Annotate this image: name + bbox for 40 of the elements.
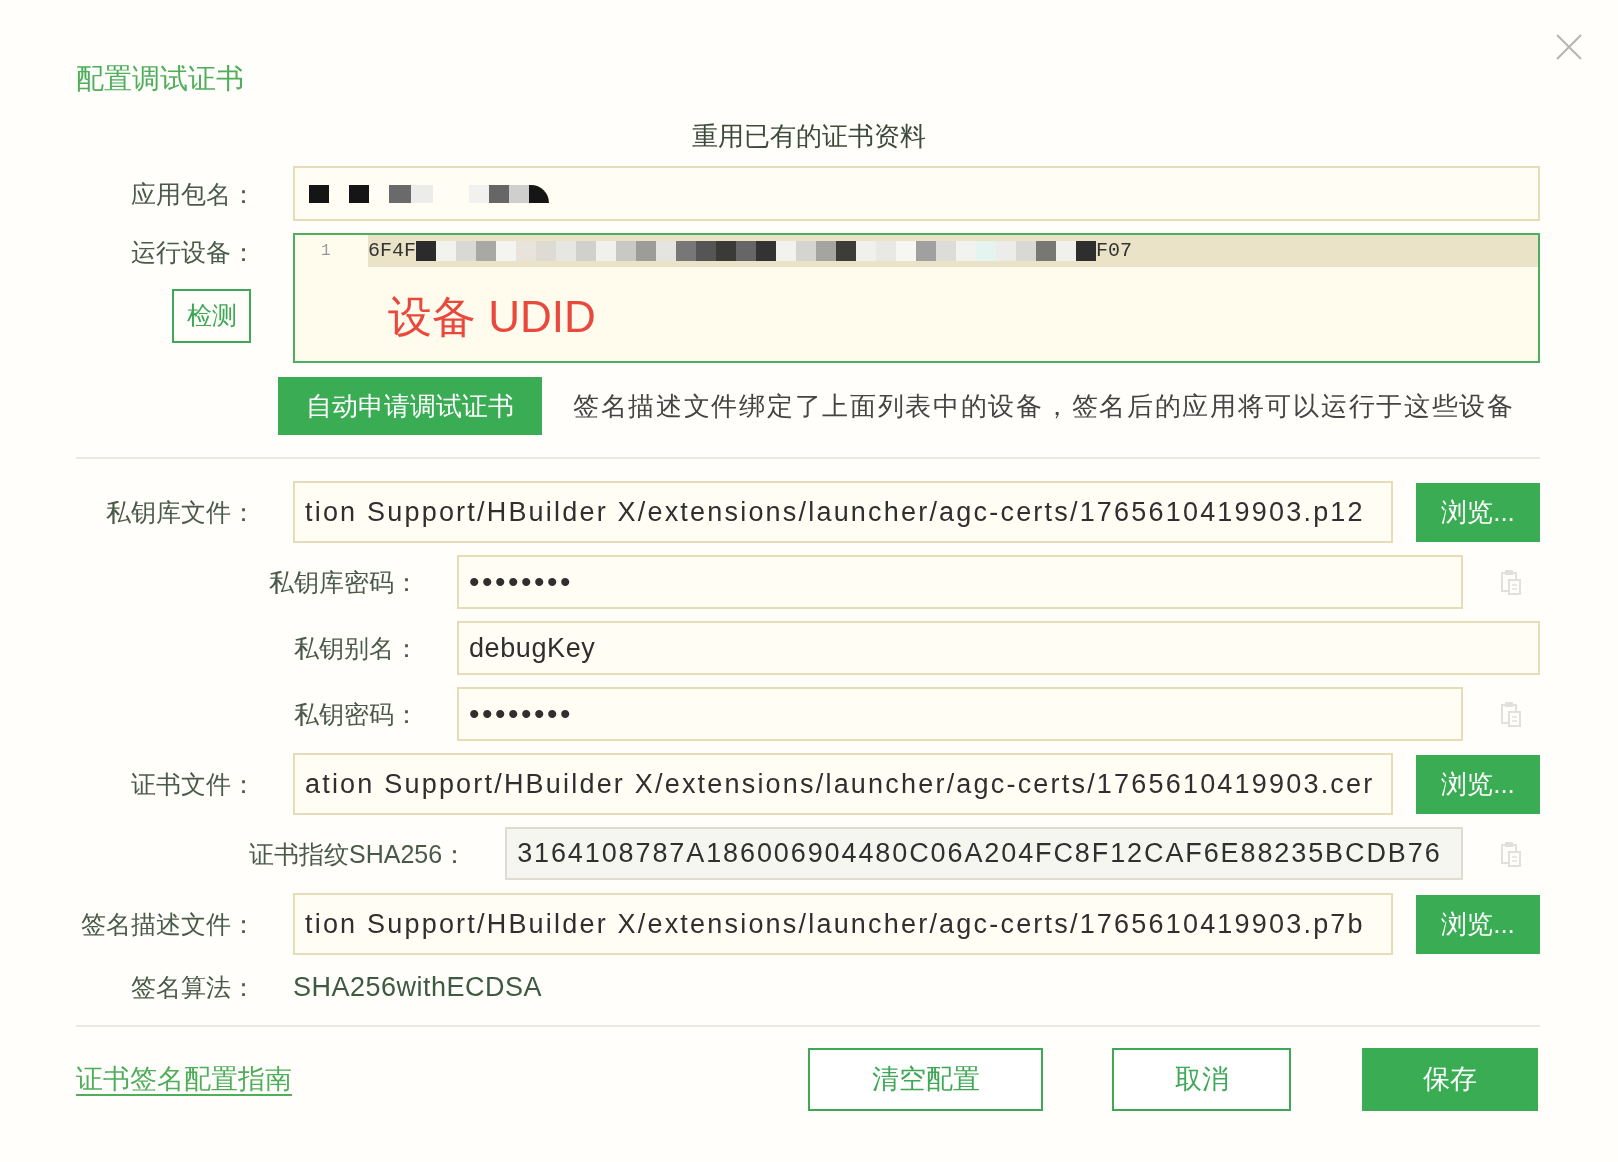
input-field[interactable] <box>293 166 1540 221</box>
field-label: 签名算法： <box>130 972 256 1003</box>
copy-icon[interactable] <box>1501 840 1521 867</box>
field-label: 运行设备： <box>131 237 256 268</box>
copy-icon[interactable] <box>1501 701 1521 727</box>
field-label: 私钥别名： <box>293 633 419 664</box>
field-label: 私钥密码： <box>293 699 419 730</box>
field-label: 私钥库密码： <box>268 567 419 598</box>
guide-link[interactable]: 证书签名配置指南 <box>76 1059 292 1100</box>
detect-button[interactable]: 检测 <box>172 289 251 343</box>
line-number: 1 <box>320 241 332 262</box>
save-button[interactable]: 保存 <box>1362 1048 1538 1111</box>
password-field[interactable]: •••••••• <box>457 687 1463 741</box>
code-text: 6F4F <box>368 239 416 263</box>
copy-icon[interactable] <box>1501 569 1521 595</box>
field-label: 签名描述文件： <box>80 909 256 940</box>
input-field[interactable]: tion Support/HBuilder X/extensions/launcher/agc-certs/1765610419903.p7b <box>293 893 1393 955</box>
password-field[interactable]: •••••••• <box>457 555 1463 609</box>
annotation-text: 设备 UDID <box>388 291 596 343</box>
code-text: F07 <box>1096 239 1133 263</box>
input-field[interactable]: debugKey <box>457 621 1540 675</box>
footer-button[interactable]: 取消 <box>1112 1048 1291 1111</box>
section-title: 重用已有的证书资料 <box>692 120 926 152</box>
field-label: 应用包名： <box>130 178 256 210</box>
input-field[interactable]: tion Support/HBuilder X/extensions/launcher/agc-certs/1765610419903.p12 <box>293 481 1393 543</box>
browse-button[interactable]: 浏览... <box>1416 754 1540 814</box>
browse-button[interactable]: 浏览... <box>1416 482 1540 542</box>
field-label: 证书指纹SHA256： <box>249 838 468 870</box>
auto-apply-button[interactable]: 自动申请调试证书 <box>278 377 542 435</box>
device-list-field[interactable]: 1 6F4F F07 设备 UDID <box>293 233 1540 363</box>
browse-button[interactable]: 浏览... <box>1416 894 1540 954</box>
dialog-title: 配置调试证书 <box>76 62 244 96</box>
close-icon[interactable] <box>1556 34 1582 60</box>
input-field[interactable]: 3164108787A186006904480C06A204FC8F12CAF6E88235BCDB76 <box>505 827 1463 880</box>
field-label: 证书文件： <box>130 769 256 800</box>
field-label: 私钥库文件： <box>105 497 256 528</box>
field-value: SHA256withECDSA <box>293 971 543 1004</box>
hint-text: 签名描述文件绑定了上面列表中的设备，签名后的应用将可以运行于这些设备 <box>573 389 1515 423</box>
input-field[interactable]: ation Support/HBuilder X/extensions/launcher/agc-certs/1765610419903.cer <box>293 753 1393 815</box>
footer-button[interactable]: 清空配置 <box>808 1048 1043 1111</box>
